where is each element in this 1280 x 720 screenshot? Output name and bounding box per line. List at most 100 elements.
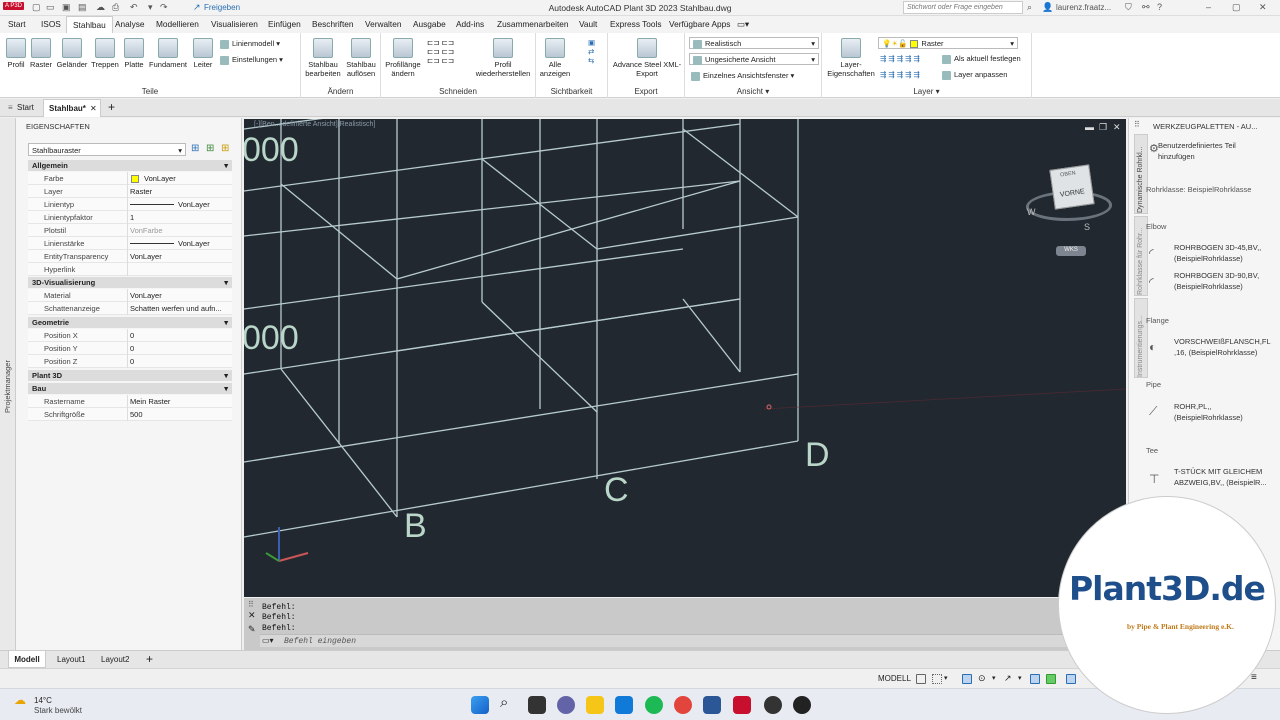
toggle-pickadd-icon[interactable]: ⊞ [191, 143, 199, 154]
prop-row[interactable]: Farbe VonLayer [28, 172, 232, 185]
palette-item[interactable]: VORSCHWEIßFLANSCH,FL ,16, (BeispielRohrk… [1174, 336, 1276, 358]
prop-row[interactable]: Schattenanzeige Schatten werfen und aufn.… [28, 302, 232, 315]
alle-anzeigen-button[interactable]: Alle anzeigen [538, 38, 572, 78]
task-view-icon[interactable] [528, 696, 546, 714]
minimize-icon[interactable]: – [1206, 2, 1211, 12]
prop-row[interactable]: Material VonLayer [28, 289, 232, 302]
stahlbau-bearbeiten-button[interactable]: Stahlbau bearbeiten [303, 38, 343, 78]
palette-tab-instrument[interactable]: Instrumentierungs... [1134, 298, 1148, 378]
object-selector[interactable]: Stahlbauraster ▾ [28, 143, 186, 156]
model-space-toggle[interactable]: MODELL [878, 674, 911, 683]
iso-dropdown-icon[interactable]: ▾ [1018, 674, 1022, 682]
cmd-settings-icon[interactable]: ✎ [248, 624, 256, 635]
stahlbau-aufloesen-button[interactable]: Stahlbau auflösen [343, 38, 379, 78]
connect-icon[interactable]: ⚯ [1142, 2, 1150, 13]
prop-row[interactable]: Linientyp VonLayer [28, 198, 232, 211]
group-label-layer[interactable]: Layer ▾ [822, 87, 1031, 96]
einstellungen-dropdown[interactable]: Einstellungen ▾ [220, 55, 283, 65]
ucs-menu[interactable]: WKS [1056, 246, 1086, 256]
tab-addins[interactable]: Add-ins [456, 19, 484, 29]
snap-dropdown-icon[interactable]: ▾ [944, 674, 948, 682]
layer-properties-button[interactable]: Layer-Eigenschaften [826, 38, 876, 78]
profillaenge-button[interactable]: Profillänge ändern [383, 38, 423, 78]
new-layout-icon[interactable]: + [146, 652, 153, 666]
help-search-input[interactable]: Stichwort oder Frage eingeben [903, 1, 1023, 14]
layout-tab-model[interactable]: Modell [8, 651, 46, 668]
help-icon[interactable]: ? [1157, 2, 1162, 12]
user-icon[interactable]: 👤 [1042, 2, 1053, 13]
maximize-icon[interactable]: ▢ [1232, 2, 1241, 13]
cmd-grip-icon[interactable]: ⠿ [248, 600, 254, 609]
tab-ausgabe[interactable]: Ausgabe [413, 19, 446, 29]
profil-button[interactable]: Profil [5, 38, 27, 69]
ortho-toggle-icon[interactable] [962, 674, 972, 684]
visibility-tools-icons[interactable]: ▣ ⇄ ⇆ [588, 38, 595, 65]
compass-west[interactable]: W [1027, 207, 1036, 217]
prop-row[interactable]: Layer Raster [28, 185, 232, 198]
leiter-button[interactable]: Leiter [191, 38, 215, 69]
obs-icon[interactable] [764, 696, 782, 714]
project-manager-label[interactable]: Projektmanager [3, 360, 12, 413]
cut-tools-icons[interactable]: ⊏⊐ ⊏⊐ ⊏⊐ ⊏⊐ ⊏⊐ ⊏⊐ [427, 38, 454, 65]
layer-dropdown[interactable]: 💡☀🔓 Raster ▾ [878, 37, 1018, 49]
palette-item[interactable]: ROHRBOGEN 3D-90,BV, (BeispielRohrklasse) [1174, 270, 1276, 292]
palette-grip-icon[interactable]: ⠿ [1134, 120, 1140, 129]
doc-tab-start[interactable]: Start [17, 103, 34, 112]
profil-wiederherstellen-button[interactable]: Profil wiederherstellen [473, 38, 533, 78]
tab-vault[interactable]: Vault [579, 19, 597, 29]
windows-start-icon[interactable] [471, 696, 489, 714]
tab-stahlbau[interactable]: Stahlbau [66, 16, 113, 33]
viewport-config-dropdown[interactable]: Einzelnes Ansichtsfenster ▾ [691, 71, 794, 81]
search-icon[interactable]: ⌕ [1027, 2, 1032, 13]
viewport-minimize-icon[interactable]: ▬ [1085, 122, 1094, 132]
prop-row[interactable]: Position X 0 [28, 329, 232, 342]
autocad-icon[interactable] [733, 696, 751, 714]
spotify-icon[interactable] [645, 696, 663, 714]
status-menu-icon[interactable]: ≡ [1251, 672, 1257, 683]
visual-style-dropdown[interactable]: Realistisch ▾ [689, 37, 819, 49]
doc-tab-stahlbau[interactable]: Stahlbau* ✕ [43, 99, 101, 117]
quick-select-icon[interactable]: ⊞ [221, 143, 229, 154]
select-objects-icon[interactable]: ⊞ [206, 143, 214, 154]
new-tab-icon[interactable]: + [108, 100, 115, 114]
workspace-icon[interactable] [1066, 674, 1076, 684]
command-input[interactable]: ▭▾ Befehl eingeben [260, 634, 1126, 647]
palette-tab-dynamic[interactable]: Dynamische Rohrkl... [1134, 134, 1148, 214]
palette-item[interactable]: T-STÜCK MIT GLEICHEM ABZWEIG,BV,, (Beisp… [1174, 466, 1276, 488]
tab-start[interactable]: Start [8, 19, 26, 29]
tab-visualisieren[interactable]: Visualisieren [211, 19, 258, 29]
grid-toggle-icon[interactable] [916, 674, 926, 684]
layer-tools-row2[interactable]: ⇶ ⇶ ⇶ ⇶ ⇶ [880, 70, 920, 79]
tab-express-tools[interactable]: Express Tools [610, 19, 662, 29]
cmd-recent-icon[interactable]: ▭▾ [262, 636, 274, 645]
viewcube[interactable]: OBEN VORNE [1049, 164, 1095, 210]
fundament-button[interactable]: Fundament [147, 38, 189, 69]
tab-isos[interactable]: ISOS [41, 19, 61, 29]
polar-icon[interactable]: ⊙ [978, 673, 986, 684]
layout-tab-layout1[interactable]: Layout1 [57, 655, 85, 664]
section-plant-3d[interactable]: Plant 3D ▾ [28, 370, 232, 381]
platte-button[interactable]: Platte [122, 38, 146, 69]
close-icon[interactable]: ✕ [1259, 2, 1267, 13]
viewport-controls[interactable]: [-][Ben... definierte Ansicht][Realistis… [254, 121, 375, 128]
viewport-restore-icon[interactable]: ❐ [1099, 122, 1107, 133]
prop-row[interactable]: Linienstärke VonLayer [28, 237, 232, 250]
snap-toggle-icon[interactable] [932, 674, 942, 684]
tab-verwalten[interactable]: Verwalten [365, 19, 401, 29]
prop-row[interactable]: Position Z 0 [28, 355, 232, 368]
gelaender-button[interactable]: Geländer [55, 38, 89, 69]
chrome-icon[interactable] [674, 696, 692, 714]
weather-icon[interactable]: ☁ [14, 693, 26, 707]
media-player-icon[interactable] [793, 696, 811, 714]
prop-row[interactable]: EntityTransparency VonLayer [28, 250, 232, 263]
prop-row[interactable]: Linientypfaktor 1 [28, 211, 232, 224]
linienmodell-dropdown[interactable]: Linienmodell ▾ [220, 39, 280, 49]
raster-button[interactable]: Raster [29, 38, 53, 69]
tab-modellieren[interactable]: Modellieren [156, 19, 199, 29]
cart-icon[interactable]: ⛉ [1125, 2, 1132, 13]
doc-tabs-menu-icon[interactable]: ≡ [8, 103, 13, 112]
match-layer-button[interactable]: Layer anpassen [942, 70, 1007, 80]
doc-tab-close-icon[interactable]: ✕ [90, 104, 97, 113]
chat-icon[interactable] [557, 696, 575, 714]
drawing-viewport[interactable]: [-][Ben... definierte Ansicht][Realistis… [244, 119, 1126, 597]
